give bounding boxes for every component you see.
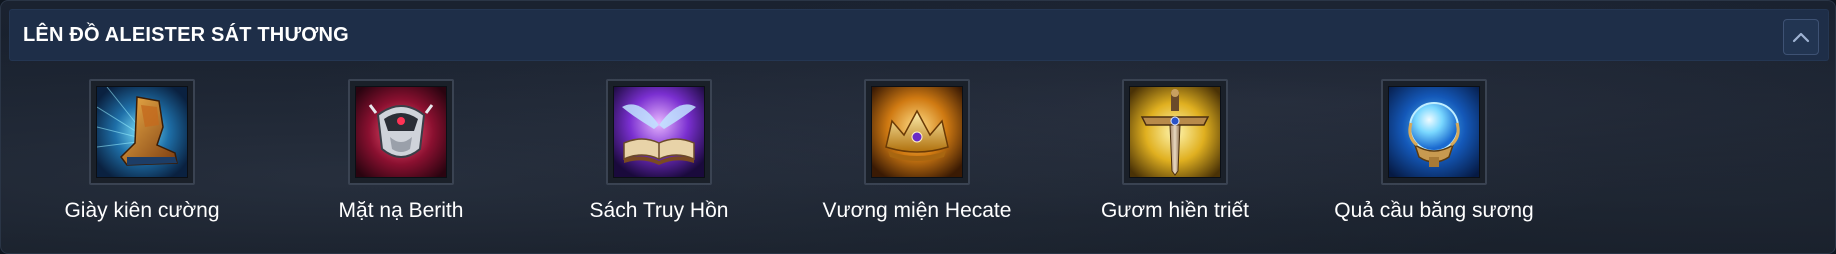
item-slot[interactable]: Sách Truy Hồn xyxy=(544,79,774,223)
item-label: Vương miện Hecate xyxy=(822,199,1012,222)
item-label: Mặt nạ Berith xyxy=(338,199,464,222)
mask-icon xyxy=(355,86,447,178)
sword-icon xyxy=(1129,86,1221,178)
panel-title: LÊN ĐỒ ALEISTER SÁT THƯƠNG xyxy=(23,24,349,46)
frost-orb-icon xyxy=(1388,86,1480,178)
item-frame xyxy=(348,79,454,185)
item-slot[interactable]: Quả cầu băng sương xyxy=(1319,79,1549,223)
chevron-up-icon xyxy=(1792,32,1810,43)
build-panel: LÊN ĐỒ ALEISTER SÁT THƯƠNG Giày kiên cườ… xyxy=(0,0,1836,254)
panel-header: LÊN ĐỒ ALEISTER SÁT THƯƠNG xyxy=(9,9,1829,61)
item-label: Giày kiên cường xyxy=(64,199,220,222)
item-slot[interactable]: Vương miện Hecate xyxy=(802,79,1032,223)
book-icon xyxy=(613,86,705,178)
item-slot[interactable]: Giày kiên cường xyxy=(27,79,257,223)
item-slot[interactable]: Mặt nạ Berith xyxy=(286,79,516,223)
boots-icon xyxy=(96,86,188,178)
item-label: Quả cầu băng sương xyxy=(1334,199,1534,222)
item-frame xyxy=(1381,79,1487,185)
item-frame xyxy=(89,79,195,185)
item-frame xyxy=(864,79,970,185)
collapse-button[interactable] xyxy=(1783,19,1819,55)
item-label: Sách Truy Hồn xyxy=(589,199,729,222)
crown-icon xyxy=(871,86,963,178)
item-label: Gươm hiền triết xyxy=(1100,199,1250,222)
item-slot[interactable]: Gươm hiền triết xyxy=(1060,79,1290,223)
item-frame xyxy=(606,79,712,185)
item-frame xyxy=(1122,79,1228,185)
